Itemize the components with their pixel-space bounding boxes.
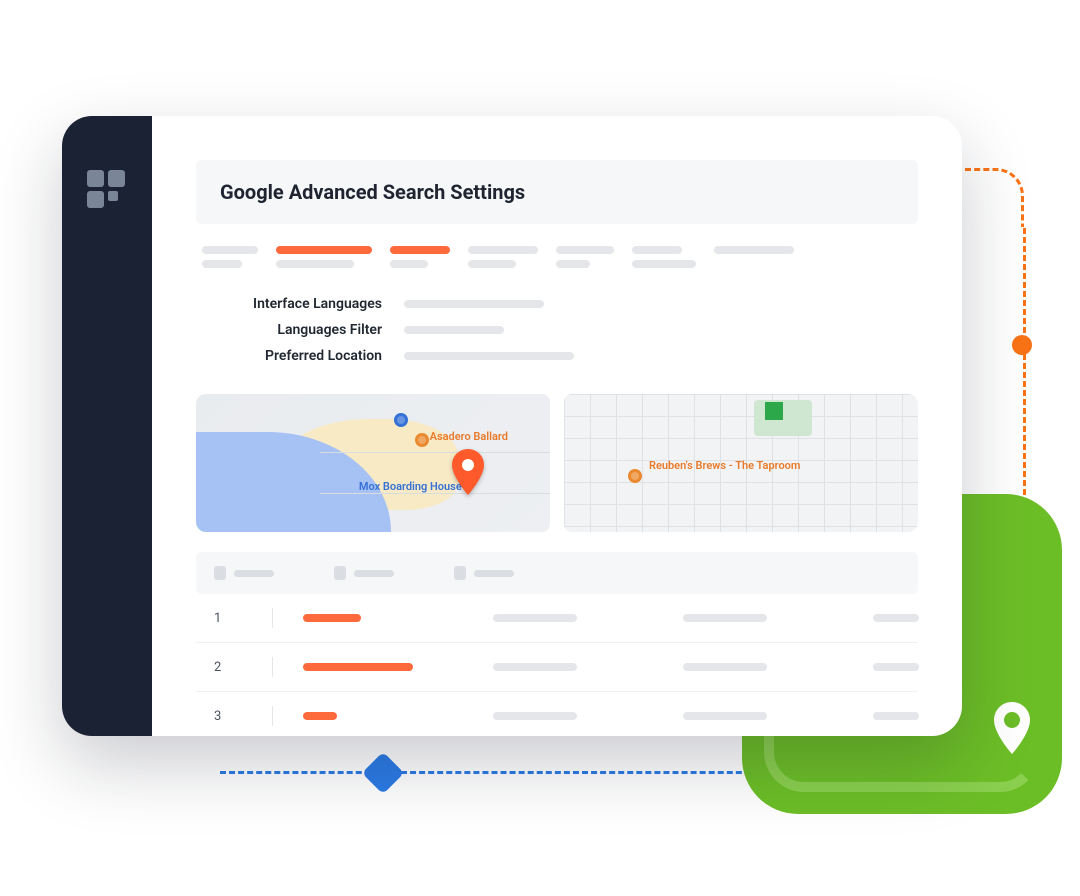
tab-item[interactable] <box>556 246 614 268</box>
page-title: Google Advanced Search Settings <box>220 180 894 204</box>
main-content: Google Advanced Search Settings Interfac… <box>152 116 962 736</box>
settings-block: Interface Languages Languages Filter Pre… <box>196 280 918 394</box>
sidebar <box>62 116 152 736</box>
table-col-header[interactable] <box>454 566 514 580</box>
tab-item-active[interactable] <box>390 246 450 268</box>
row-value-bar <box>683 712 767 720</box>
app-logo-icon[interactable] <box>87 170 127 210</box>
decorative-diamond-blue <box>362 752 404 794</box>
setting-preferred-location: Preferred Location <box>202 348 912 364</box>
row-index: 3 <box>214 709 242 724</box>
row-value-bar <box>873 712 919 720</box>
results-table: 1 2 3 <box>196 552 918 736</box>
bar-pin-icon <box>628 469 642 483</box>
map-preview-right[interactable]: Reuben's Brews - The Taproom <box>564 394 918 532</box>
setting-interface-languages: Interface Languages <box>202 296 912 312</box>
setting-label: Languages Filter <box>202 322 382 338</box>
row-value-bar <box>683 614 767 622</box>
tab-item-active[interactable] <box>276 246 372 268</box>
page-title-bar: Google Advanced Search Settings <box>196 160 918 224</box>
row-value-bar <box>303 663 413 671</box>
table-col-header[interactable] <box>214 566 274 580</box>
row-value-bar <box>303 712 337 720</box>
row-value-bar <box>873 663 919 671</box>
setting-label: Interface Languages <box>202 296 382 312</box>
row-value-bar <box>873 614 919 622</box>
table-row[interactable]: 3 <box>196 692 918 736</box>
table-row[interactable]: 1 <box>196 594 918 643</box>
row-value-bar <box>493 712 577 720</box>
location-pin-icon <box>451 449 485 495</box>
setting-label: Preferred Location <box>202 348 382 364</box>
row-index: 2 <box>214 660 242 675</box>
tab-item[interactable] <box>632 246 696 268</box>
map-poi-label: Reuben's Brews - The Taproom <box>649 460 801 472</box>
map-preview-left[interactable]: Asadero Ballard Mox Boarding House <box>196 394 550 532</box>
park-icon <box>765 402 783 420</box>
setting-value-placeholder[interactable] <box>404 326 504 334</box>
tabs-row <box>196 224 918 280</box>
map-previews: Asadero Ballard Mox Boarding House Reube… <box>196 394 918 532</box>
map-poi-label: Mox Boarding House <box>359 480 462 493</box>
map-poi-label: Asadero Ballard <box>430 430 508 443</box>
row-value-bar <box>493 663 577 671</box>
tab-item[interactable] <box>202 246 258 268</box>
setting-value-placeholder[interactable] <box>404 352 574 360</box>
map-pin-icon <box>992 702 1032 754</box>
setting-value-placeholder[interactable] <box>404 300 544 308</box>
table-col-header[interactable] <box>334 566 394 580</box>
table-row[interactable]: 2 <box>196 643 918 692</box>
row-value-bar <box>493 614 577 622</box>
tab-item[interactable] <box>468 246 538 268</box>
setting-languages-filter: Languages Filter <box>202 322 912 338</box>
decorative-dot-orange <box>1012 335 1032 355</box>
app-window: Google Advanced Search Settings Interfac… <box>62 116 962 736</box>
row-value-bar <box>683 663 767 671</box>
tab-item[interactable] <box>714 246 794 268</box>
row-index: 1 <box>214 611 242 626</box>
row-value-bar <box>303 614 361 622</box>
table-header <box>196 552 918 594</box>
